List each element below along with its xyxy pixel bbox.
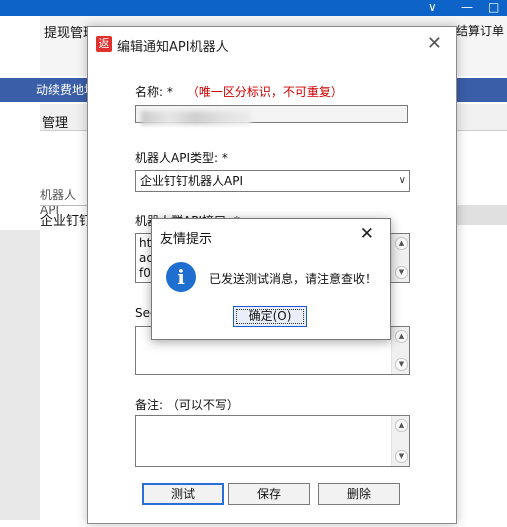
type-label: 机器人API类型: * — [135, 151, 228, 165]
type-select-value: 企业钉钉机器人API — [140, 174, 243, 188]
remark-scrollbar[interactable]: ▲ ▼ — [391, 416, 409, 466]
close-icon[interactable]: ✕ — [427, 33, 442, 54]
app-bluebar-left — [0, 78, 40, 102]
save-button[interactable]: 保存 — [228, 483, 310, 505]
redacted-name-value — [141, 111, 251, 125]
menu-item-settlement[interactable]: 结算订单 — [456, 22, 504, 39]
chevron-down-icon[interactable]: ∨ — [428, 0, 437, 14]
minimize-icon[interactable]: — — [461, 0, 473, 14]
dialog-title: 编辑通知API机器人 — [117, 40, 229, 55]
scroll-down-icon[interactable]: ▼ — [395, 450, 408, 463]
info-icon: i — [166, 262, 196, 292]
chevron-down-icon: ∨ — [398, 175, 406, 186]
name-label-text: 名称: * — [135, 85, 173, 99]
tab-manage[interactable]: 管理 — [42, 112, 68, 131]
scroll-down-icon[interactable]: ▼ — [395, 266, 408, 279]
url-scrollbar[interactable]: ▲ ▼ — [391, 234, 409, 282]
dialog-titlebar: 返 编辑通知API机器人 ✕ — [88, 27, 456, 61]
list-header-filler — [456, 205, 507, 225]
delete-button[interactable]: 删除 — [318, 483, 400, 505]
remark-textarea[interactable]: ▲ ▼ — [135, 415, 410, 467]
test-button[interactable]: 测试 — [142, 483, 224, 505]
ok-button[interactable]: 确定(O) — [233, 306, 307, 327]
name-label: 名称: * （唯一区分标识，不可重复） — [135, 83, 343, 100]
list-header: 机器人API — [40, 188, 77, 217]
name-hint: （唯一区分标识，不可重复） — [186, 85, 343, 99]
scroll-up-icon[interactable]: ▲ — [395, 237, 408, 250]
app-left-panel — [0, 230, 40, 520]
scroll-up-icon[interactable]: ▲ — [395, 419, 408, 432]
scroll-up-icon[interactable]: ▲ — [395, 330, 408, 343]
messagebox-title: 友情提示 — [160, 232, 213, 247]
type-select[interactable]: 企业钉钉机器人API ∨ — [135, 170, 410, 192]
messagebox-message: 已发送测试消息，请注意查收！ — [209, 272, 378, 286]
remark-label: 备注: （可以不写） — [135, 398, 239, 412]
info-messagebox: 友情提示 ✕ i 已发送测试消息，请注意查收！ 确定(O) — [151, 218, 391, 340]
app-titlebar: ∨ — □ — [0, 0, 507, 16]
secret-scrollbar[interactable]: ▲ ▼ — [391, 327, 409, 374]
app-logo-icon: 返 — [96, 36, 112, 52]
close-icon[interactable]: ✕ — [360, 224, 374, 244]
scroll-down-icon[interactable]: ▼ — [395, 358, 408, 371]
maximize-icon[interactable]: □ — [488, 0, 499, 14]
